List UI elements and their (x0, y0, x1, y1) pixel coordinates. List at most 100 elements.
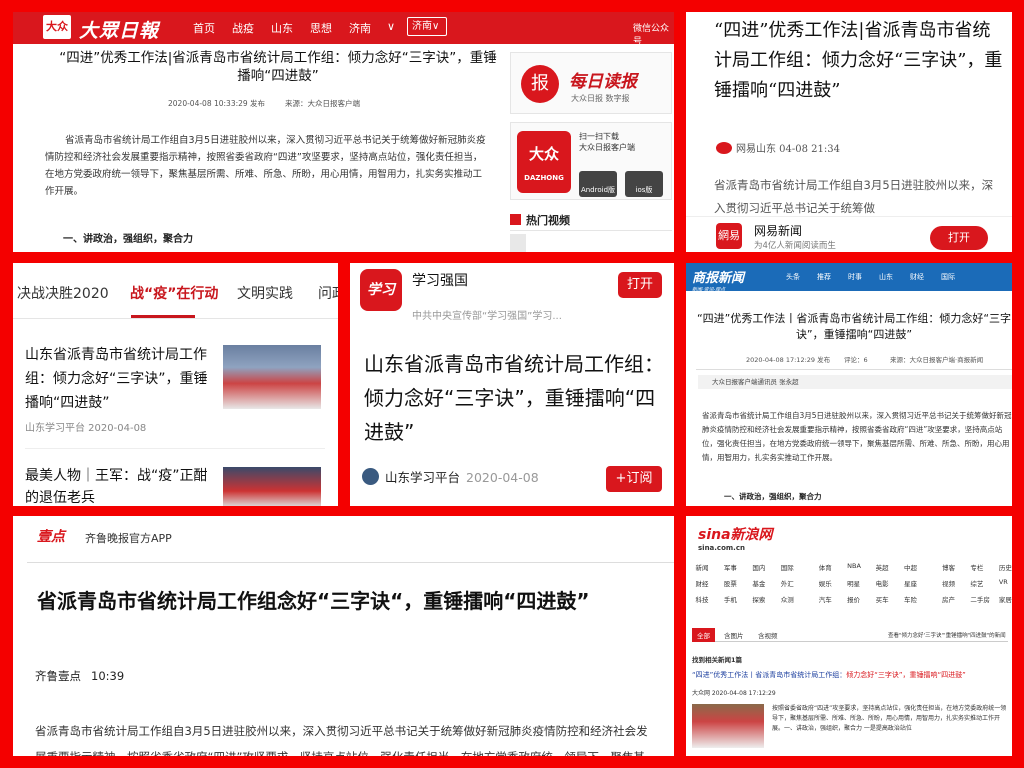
newspaper-icon: 报 (521, 65, 559, 103)
sina-channel-link[interactable]: 基金 (752, 578, 765, 588)
list-item-title[interactable]: 最美人物｜王军：战“疫”正酣的退伍老兵 (25, 465, 215, 506)
channel-tabs: 决战决胜2020 战“疫”在行动 文明实践 问政 (13, 263, 338, 319)
wechat-link[interactable]: 微信公众号 (633, 21, 674, 47)
sina-channel-link[interactable]: 体育 (819, 562, 832, 572)
open-app-button[interactable]: 打开 (618, 272, 662, 298)
dazhong-site-name[interactable]: 大眾日報 (79, 16, 159, 43)
qilu-logo[interactable]: 壹点 (37, 526, 65, 546)
sina-channel-link[interactable]: 房产 (942, 594, 955, 604)
sina-channel-link[interactable]: 股票 (724, 578, 737, 588)
sina-channel-link[interactable]: 外汇 (781, 578, 794, 588)
hot-video-heading: 热门视频 (510, 212, 570, 228)
sina-channel-link[interactable]: 国内 (752, 562, 765, 572)
nav-shandong[interactable]: 山东 (271, 20, 293, 36)
tab-civilization[interactable]: 文明实践 (237, 283, 293, 303)
result-title[interactable]: “四进”优秀工作法丨省派青岛市省统计局工作组：倾力念好“三字诀”，重锤擂响“四进… (692, 670, 1008, 680)
sina-channel-link[interactable]: 娱乐 (819, 578, 832, 588)
article-source: 网易山东 04-08 21:34 (716, 140, 840, 155)
list-item-meta: 山东学习平台 2020-04-08 (25, 423, 147, 434)
open-app-button[interactable]: 打开 (930, 226, 988, 250)
nav-shandong[interactable]: 山东 (879, 272, 893, 282)
tab-epidemic-action[interactable]: 战“疫”在行动 (130, 283, 218, 303)
list-item-thumbnail[interactable] (223, 467, 321, 506)
android-download-button[interactable]: Android版 (579, 171, 617, 197)
video-thumb[interactable] (510, 234, 526, 252)
sina-channel-link[interactable]: 历史 (999, 562, 1012, 572)
nav-home[interactable]: 首页 (193, 20, 215, 36)
result-title-highlight: 倾力念好“三字诀”，重锤擂响“四进鼓” (846, 671, 966, 679)
sina-channel-link[interactable]: 车险 (904, 594, 917, 604)
sina-channel-link[interactable]: 视频 (942, 578, 955, 588)
chevron-down-icon[interactable]: ∨ (387, 20, 395, 33)
nav-international[interactable]: 国际 (941, 272, 955, 282)
tab-2020[interactable]: 决战决胜2020 (17, 283, 109, 303)
sina-channel-link[interactable]: 二手房 (970, 594, 990, 604)
daily-paper-banner[interactable]: 报 每日读报 大众日报 数字报 (510, 52, 672, 114)
nav-thought[interactable]: 思想 (310, 20, 332, 36)
source-avatar (362, 468, 379, 485)
sina-channel-link[interactable]: 星座 (904, 578, 917, 588)
sina-channel-link[interactable]: 中超 (904, 562, 917, 572)
sina-channel-link[interactable]: 电影 (876, 578, 889, 588)
sina-channel-link[interactable]: 博客 (942, 562, 955, 572)
ios-download-button[interactable]: ios版 (625, 171, 663, 197)
sina-channel-link[interactable]: 探索 (752, 594, 765, 604)
city-select[interactable]: 济南∨ (407, 17, 447, 36)
shangbao-logo[interactable]: 商报新闻 新闻·资讯·观点 (692, 267, 744, 293)
list-item-thumbnail[interactable] (223, 345, 321, 409)
nav-epidemic[interactable]: 战疫 (232, 20, 254, 36)
sina-channel-link[interactable]: 众测 (781, 594, 794, 604)
section-heading: 一、讲政治，强组织，聚合力 (63, 234, 193, 245)
qilu-panel: 壹点 齐鲁晚报官方APP 省派青岛市省统计局工作组念好“三字诀“，重锤擂响“四进… (13, 516, 674, 756)
sina-channel-link[interactable]: VR (999, 578, 1008, 586)
sina-channel-link[interactable]: 科技 (695, 594, 708, 604)
sina-channel-link[interactable]: 手机 (724, 594, 737, 604)
comment-count[interactable]: 评论：6 (844, 354, 868, 364)
result-thumbnail[interactable] (692, 704, 764, 748)
source-name: 齐鲁壹点 (35, 669, 81, 683)
nav-current[interactable]: 时事 (848, 272, 862, 282)
app-logo-text: 大众 (528, 145, 559, 163)
sina-channel-link[interactable]: 家居 (999, 594, 1012, 604)
article-source: 山东学习平台 2020-04-08 (362, 467, 539, 486)
article-title: 省派青岛市省统计局工作组念好“三字诀“，重锤擂响“四进鼓” (37, 589, 590, 613)
nav-recommend[interactable]: 推荐 (817, 272, 831, 282)
nav-jinan[interactable]: 济南 (349, 20, 371, 36)
nav-finance[interactable]: 财经 (910, 272, 924, 282)
tab-inquiry[interactable]: 问政 (318, 283, 338, 303)
sina-channel-link[interactable]: 财经 (695, 578, 708, 588)
sina-channel-link[interactable]: 汽车 (819, 594, 832, 604)
sina-logo[interactable]: sina新浪网 sina.com.cn (698, 524, 773, 552)
netease-source-icon (716, 142, 732, 154)
reporter-line: 大众日报客户端通讯员 张永超 (698, 375, 1012, 389)
sina-channel-link[interactable]: 军事 (724, 562, 737, 572)
publish-date: 2020-04-08 (466, 470, 539, 485)
video-icon (510, 214, 521, 225)
app-promo-bar: 網易 网易新闻 为4亿人新闻阅读而生 打开 (686, 216, 1012, 252)
sina-channel-link[interactable]: 报价 (847, 594, 860, 604)
banner-title: 每日读报 (569, 72, 637, 92)
article-title: 山东省派青岛市省统计局工作组：倾力念好“三字诀”，重锤擂响“四进鼓” (364, 352, 664, 444)
sina-channel-link[interactable]: 国际 (781, 562, 794, 572)
article-body: 省派青岛市省统计局工作组自3月5日进驻胶州以来，深入贯彻习近平总书记关于统筹做好… (45, 135, 486, 197)
sina-channel-link[interactable]: 综艺 (970, 578, 983, 588)
tab-all[interactable]: 全部 (692, 628, 715, 642)
sina-channel-link[interactable]: 明星 (847, 578, 860, 588)
nav-headline[interactable]: 头条 (786, 272, 800, 282)
sina-channel-link[interactable]: 新闻 (695, 562, 708, 572)
subscribe-button[interactable]: +订阅 (606, 466, 662, 492)
list-item-title[interactable]: 山东省派青岛市省统计局工作组：倾力念好“三字诀”，重锤播响“四进鼓” (25, 343, 210, 415)
section-heading: 一、讲政治，强组织，聚合力 (724, 492, 822, 501)
result-snippet: 按照省委省政府“四进”攻坚要求，坚持高点站位，强化责任担当，在地方党委政府统一领… (772, 705, 1007, 732)
scan-label: 扫一扫下载 (579, 132, 619, 141)
sina-channel-link[interactable]: 英超 (876, 562, 889, 572)
divider (510, 230, 672, 231)
sina-channel-link[interactable]: NBA (847, 562, 861, 570)
app-name: 网易新闻 (754, 224, 803, 238)
sina-channel-link[interactable]: 买车 (876, 594, 889, 604)
article-source: 来源：大众日报客户端 (285, 99, 360, 108)
sina-channel-link[interactable]: 专栏 (970, 562, 983, 572)
tab-with-images[interactable]: 含图片 (724, 630, 744, 640)
dazhong-logo-icon[interactable]: 大众 (43, 15, 71, 39)
tab-with-video[interactable]: 含视频 (758, 630, 778, 640)
